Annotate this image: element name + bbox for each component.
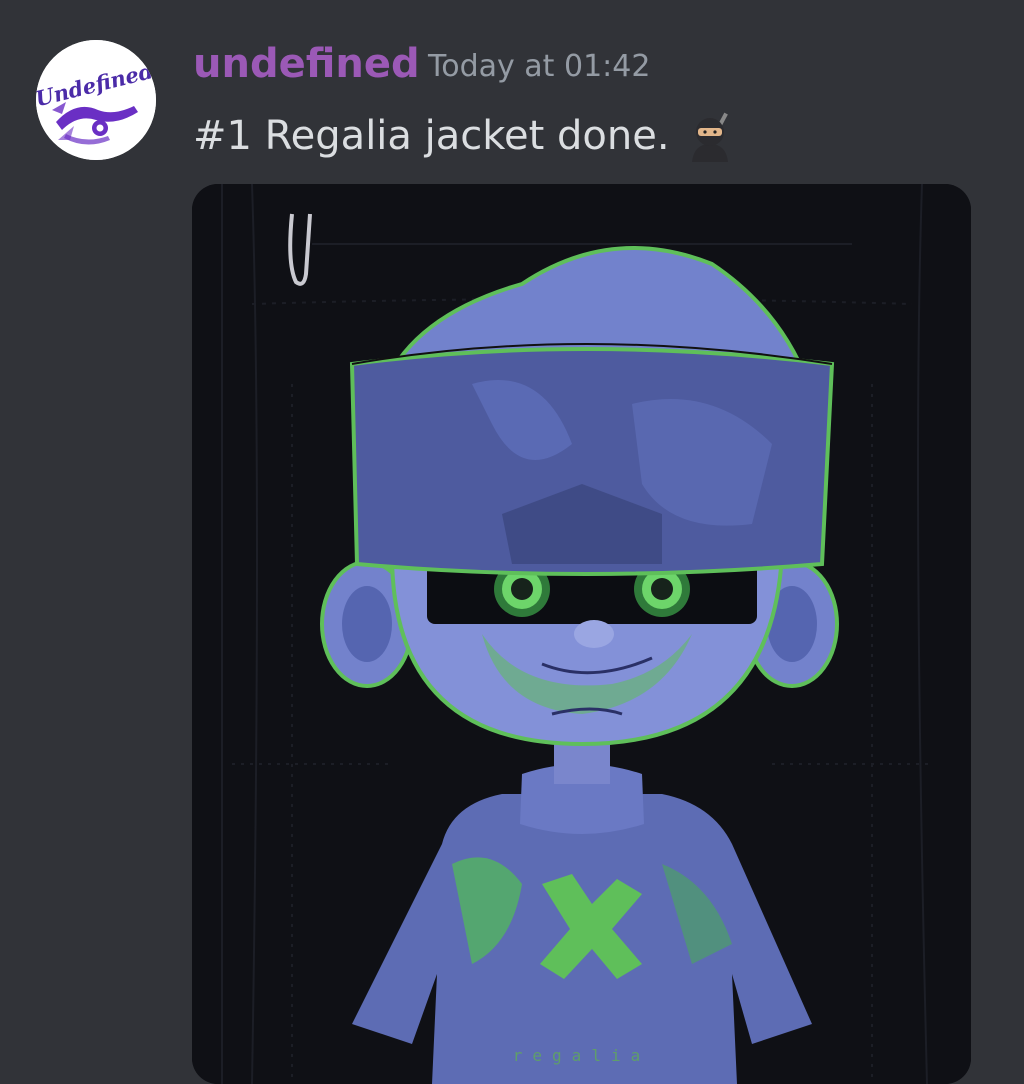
chat-message: Undefined undefined Today at 01:42 #1 Re… xyxy=(0,0,1024,1084)
username[interactable]: undefined xyxy=(193,36,420,92)
user-avatar[interactable]: Undefined xyxy=(36,40,156,160)
jacket-text: regalia xyxy=(512,1046,651,1065)
message-timestamp: Today at 01:42 xyxy=(428,49,651,84)
ninja-icon xyxy=(684,110,736,162)
message-text: #1 Regalia jacket done. xyxy=(193,113,670,159)
message-content: #1 Regalia jacket done. xyxy=(193,108,736,164)
jacket-artwork-image xyxy=(192,184,971,1084)
undefined-logo-icon: Undefined xyxy=(36,40,156,160)
image-attachment[interactable]: regalia xyxy=(192,184,971,1084)
